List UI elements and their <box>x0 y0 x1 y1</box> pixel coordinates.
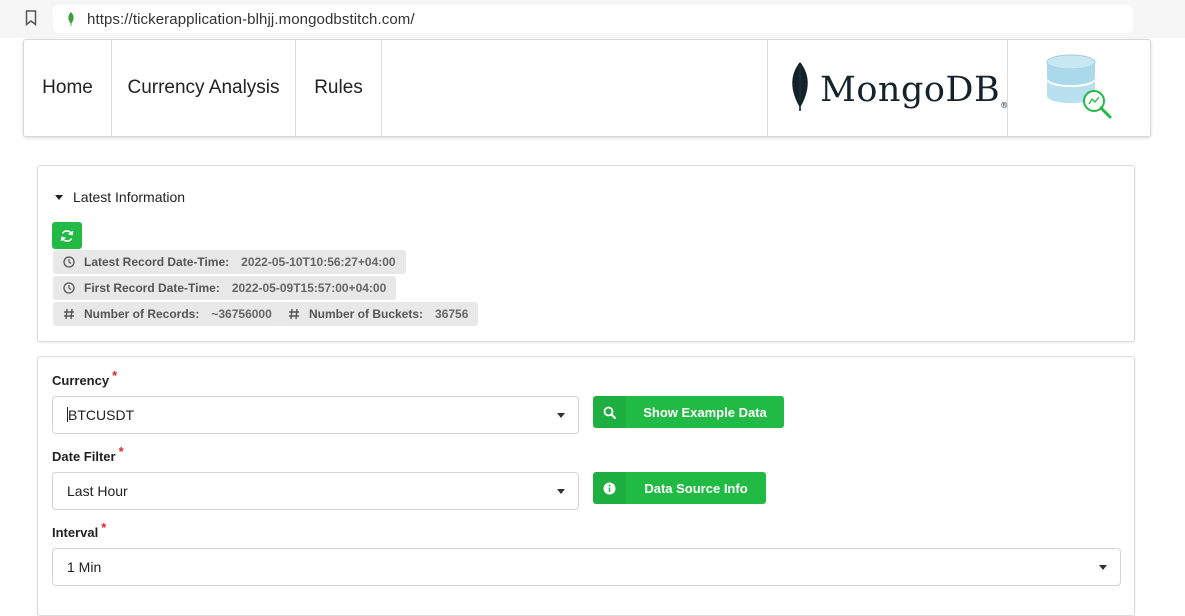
first-record-caption: First Record Date-Time: <box>84 281 220 295</box>
bookmark-icon[interactable] <box>25 10 37 26</box>
latest-record-value: 2022-05-10T10:56:27+04:00 <box>241 255 396 269</box>
chevron-down-icon <box>557 489 565 494</box>
logo-wordmark: MongoDB® <box>820 70 1009 110</box>
refresh-button[interactable] <box>52 222 82 249</box>
date-filter-value: Last Hour <box>67 483 128 499</box>
nav-rules[interactable]: Rules <box>296 40 382 136</box>
first-record-label: First Record Date-Time: 2022-05-09T15:57… <box>53 276 397 300</box>
first-record-value: 2022-05-09T15:57:00+04:00 <box>231 281 387 295</box>
clock-icon <box>63 282 75 294</box>
currency-dropdown[interactable]: BTCUSDT <box>52 396 579 434</box>
number-of-buckets-value: 36756 <box>435 307 469 321</box>
top-nav: Home Currency Analysis Rules MongoDB® <box>23 39 1151 137</box>
latest-record-caption: Latest Record Date-Time: <box>84 255 230 269</box>
search-icon <box>593 396 626 428</box>
latest-information-panel: Latest Information Latest Record Date-Ti… <box>37 165 1135 342</box>
show-example-data-button[interactable]: Show Example Data <box>593 396 784 428</box>
date-filter-dropdown[interactable]: Last Hour <box>52 472 579 510</box>
chevron-down-icon <box>557 413 565 418</box>
caret-down-icon <box>55 194 63 200</box>
url-text[interactable]: https://tickerapplication-blhjj.mongodbs… <box>87 11 415 28</box>
number-of-buckets-label: Number of Buckets: 36756 <box>278 302 479 326</box>
nav-home[interactable]: Home <box>24 40 112 136</box>
number-of-records-label: Number of Records: ~36756000 <box>53 302 282 326</box>
leaf-icon <box>68 12 74 26</box>
date-filter-label: Date Filter * <box>52 444 124 464</box>
mongodb-leaf-icon <box>792 62 808 111</box>
chevron-down-icon <box>1099 565 1107 570</box>
latest-information-toggle[interactable]: Latest Information <box>55 189 185 205</box>
database-search-icon <box>1046 54 1112 119</box>
mongodb-logo[interactable]: MongoDB® <box>767 40 1008 136</box>
data-source-info-button[interactable]: Data Source Info <box>593 472 766 504</box>
number-of-records-caption: Number of Records: <box>84 307 200 321</box>
refresh-icon <box>60 229 74 242</box>
hash-icon <box>63 308 75 320</box>
hash-icon <box>288 308 300 320</box>
latest-information-title: Latest Information <box>73 189 186 205</box>
interval-value: 1 Min <box>67 559 102 575</box>
latest-record-label: Latest Record Date-Time: 2022-05-10T10:5… <box>53 250 406 274</box>
currency-label: Currency * <box>52 368 118 388</box>
browser-toolbar: https://tickerapplication-blhjj.mongodbs… <box>0 0 1185 38</box>
info-icon <box>593 472 626 504</box>
nav-currency-analysis[interactable]: Currency Analysis <box>112 40 296 136</box>
number-of-records-value: ~36756000 <box>211 307 272 321</box>
query-form-panel: Currency * BTCUSDT Show Example Data Date… <box>37 356 1135 616</box>
interval-label: Interval * <box>52 520 107 540</box>
interval-dropdown[interactable]: 1 Min <box>52 548 1121 586</box>
currency-value: BTCUSDT <box>68 407 135 423</box>
clock-icon <box>63 256 75 268</box>
number-of-buckets-caption: Number of Buckets: <box>309 307 424 321</box>
